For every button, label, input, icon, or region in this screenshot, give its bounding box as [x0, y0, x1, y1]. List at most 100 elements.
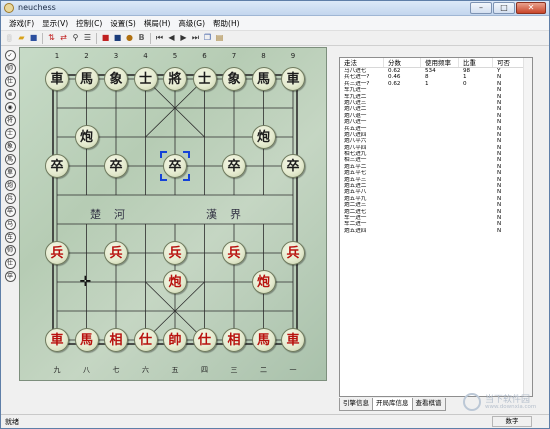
piece-black[interactable]: 卒: [104, 154, 128, 178]
flip-board-icon[interactable]: ⇅: [46, 33, 57, 44]
book-row[interactable]: 炮五进四 N: [340, 228, 532, 234]
left-tool-button[interactable]: ✓: [4, 50, 16, 61]
chess-board[interactable]: 楚 河 漢 界 123456789九八七六五四三二一車馬象士將士象馬車炮炮卒卒卒…: [19, 47, 327, 381]
paste-icon[interactable]: ▤: [214, 33, 225, 44]
prev-move-icon[interactable]: ◀: [166, 33, 177, 44]
book-table-header: 走法 分数 使用频率 比重 可否: [340, 58, 532, 68]
left-tool-button[interactable]: 卒: [4, 271, 16, 282]
computer-icon[interactable]: ■: [112, 33, 123, 44]
piece-black[interactable]: 炮: [251, 125, 276, 149]
piece-black[interactable]: 卒: [222, 154, 246, 178]
piece-red[interactable]: 車: [281, 328, 305, 352]
piece-red[interactable]: 兵: [281, 241, 305, 265]
left-tool-button[interactable]: 车: [4, 232, 16, 243]
top-file-label: 5: [172, 52, 178, 60]
left-tool-button[interactable]: 帅: [4, 245, 16, 256]
piece-black[interactable]: 象: [222, 67, 246, 91]
status-text: 就绪: [5, 418, 19, 426]
piece-red[interactable]: 兵: [104, 241, 128, 265]
piece-black[interactable]: 車: [45, 67, 69, 91]
header-score[interactable]: 分数: [384, 58, 421, 67]
piece-black[interactable]: 將: [163, 67, 187, 91]
app-icon: [4, 3, 14, 13]
tree-icon[interactable]: ⚲: [70, 33, 81, 44]
open-icon[interactable]: ▰: [16, 33, 27, 44]
bottom-file-label: 五: [171, 366, 179, 374]
left-tool-button[interactable]: 仕: [4, 258, 16, 269]
menu-game[interactable]: 游戏(F): [5, 18, 38, 29]
left-tool-button[interactable]: 車: [4, 167, 16, 178]
piece-red[interactable]: 馬: [74, 328, 99, 352]
header-weight[interactable]: 比重: [459, 58, 493, 67]
bottom-file-label: 六: [142, 366, 149, 374]
menu-control[interactable]: 控制(C): [72, 18, 106, 29]
left-tool-button[interactable]: 马: [4, 219, 16, 230]
tab-view-record[interactable]: 查看棋谱: [411, 398, 446, 411]
piece-red[interactable]: 兵: [45, 241, 69, 265]
red-stop-icon[interactable]: ■: [100, 33, 111, 44]
toolbar-separator: [96, 32, 97, 44]
menu-bar: 游戏(F) 显示(V) 控制(C) 设置(S) 棋局(H) 高级(G) 帮助(H…: [1, 16, 549, 30]
bold-icon[interactable]: B: [136, 33, 147, 44]
left-tool-button[interactable]: ⊗: [4, 89, 16, 100]
piece-black[interactable]: 象: [104, 67, 128, 91]
piece-black[interactable]: 炮: [74, 125, 99, 149]
left-tool-button[interactable]: 馬: [4, 154, 16, 165]
piece-black[interactable]: 馬: [74, 67, 99, 91]
left-tool-button[interactable]: 兵: [4, 193, 16, 204]
save-icon[interactable]: ■: [28, 33, 39, 44]
swap-icon[interactable]: ⇄: [58, 33, 69, 44]
maximize-button[interactable]: □: [493, 2, 515, 14]
piece-black[interactable]: 卒: [281, 154, 305, 178]
tab-opening-book[interactable]: 开局库信息: [372, 398, 413, 411]
new-icon[interactable]: ▯: [4, 33, 15, 44]
left-tool-button[interactable]: 象: [4, 141, 16, 152]
piece-red[interactable]: 帥: [163, 328, 187, 352]
left-tool-button[interactable]: ◉: [4, 102, 16, 113]
river-label-chu-he: 楚 河: [90, 208, 126, 221]
header-move[interactable]: 走法: [340, 58, 384, 67]
piece-black[interactable]: 卒: [45, 154, 69, 178]
menu-help[interactable]: 帮助(H): [209, 18, 244, 29]
book-table-body: 马八进七 0.62 534 98 Y 兵七进一? 0.46 8 1 N 兵三进一? 0.62 1 0 N 车九…: [340, 68, 532, 234]
menu-position[interactable]: 棋局(H): [140, 18, 175, 29]
book-scrollbar[interactable]: [523, 58, 532, 396]
menu-settings[interactable]: 设置(S): [106, 18, 140, 29]
piece-red[interactable]: 兵: [222, 241, 246, 265]
piece-red[interactable]: 炮: [163, 270, 187, 294]
left-tool-button[interactable]: 将: [4, 115, 16, 126]
left-tool-button[interactable]: 卒: [4, 206, 16, 217]
piece-black[interactable]: 馬: [251, 67, 276, 91]
menu-advanced[interactable]: 高级(G): [174, 18, 209, 29]
minimize-button[interactable]: –: [470, 2, 492, 14]
piece-red[interactable]: 炮: [251, 270, 276, 294]
copy-icon[interactable]: ❐: [202, 33, 213, 44]
header-frequency[interactable]: 使用频率: [421, 58, 459, 67]
piece-red[interactable]: 馬: [251, 328, 276, 352]
left-tool-button[interactable]: 仕: [4, 76, 16, 87]
engine-icon[interactable]: ●: [124, 33, 135, 44]
piece-black[interactable]: 士: [133, 67, 158, 91]
list-icon[interactable]: ☰: [82, 33, 93, 44]
left-tool-button[interactable]: 炮: [4, 180, 16, 191]
tab-engine-info[interactable]: 引擎信息: [339, 398, 373, 411]
menu-view[interactable]: 显示(V): [38, 18, 72, 29]
piece-red[interactable]: 仕: [192, 328, 217, 352]
last-move-icon[interactable]: ⏭: [190, 33, 201, 44]
bottom-file-label: 一: [289, 366, 297, 374]
piece-red[interactable]: 相: [222, 328, 246, 352]
next-move-icon[interactable]: ▶: [178, 33, 189, 44]
piece-red[interactable]: 仕: [133, 328, 158, 352]
left-tool-button[interactable]: 士: [4, 128, 16, 139]
piece-black[interactable]: 車: [281, 67, 305, 91]
piece-red[interactable]: 相: [104, 328, 128, 352]
bottom-file-label: 四: [201, 366, 208, 374]
piece-red[interactable]: 車: [45, 328, 69, 352]
first-move-icon[interactable]: ⏮: [154, 33, 165, 44]
close-button[interactable]: ✕: [516, 2, 546, 14]
left-tool-button[interactable]: 帅: [4, 63, 16, 74]
piece-black[interactable]: 士: [192, 67, 217, 91]
piece-red[interactable]: 兵: [163, 241, 187, 265]
piece-black[interactable]: 卒: [163, 154, 187, 178]
bottom-file-label: 三: [230, 366, 238, 374]
